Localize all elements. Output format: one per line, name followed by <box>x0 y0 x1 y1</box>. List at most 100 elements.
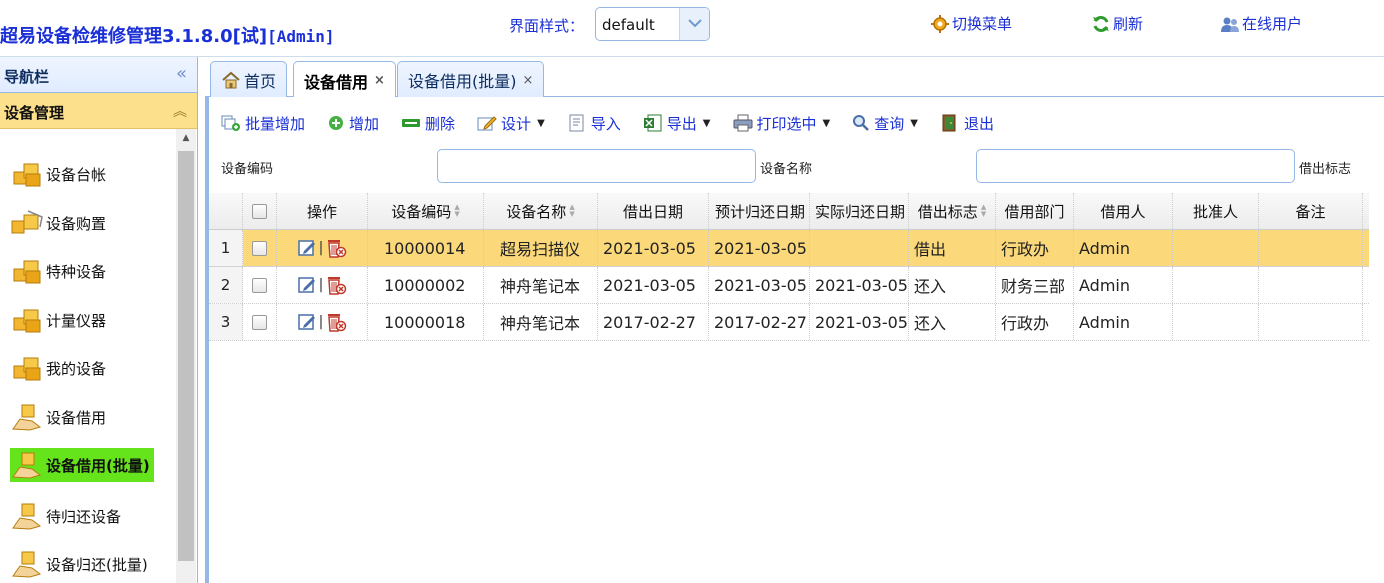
edit-icon[interactable] <box>297 312 317 332</box>
refresh-icon <box>1093 15 1109 32</box>
header-flag-label: 借出标志 <box>917 202 978 221</box>
tab-borrow-batch[interactable]: 设备借用(批量) × <box>397 61 545 98</box>
cell-approver <box>1173 304 1259 340</box>
row-checkbox-cell[interactable] <box>243 230 277 266</box>
app-title-text: 超易设备检维修管理3.1.8.0[试] <box>0 26 268 47</box>
row-ops: | <box>277 304 368 340</box>
cell-remark <box>1259 230 1363 266</box>
add-button[interactable]: 增加 <box>327 113 379 134</box>
users-icon <box>1221 17 1239 32</box>
name-search-input[interactable] <box>976 149 1295 183</box>
header-plan-return[interactable]: 预计归还日期 <box>709 193 810 229</box>
row-checkbox-cell[interactable] <box>243 267 277 303</box>
style-select[interactable]: default <box>595 7 710 41</box>
sidebar-item-ledger[interactable]: 设备台帐 <box>10 157 110 191</box>
row-checkbox-cell[interactable] <box>243 304 277 340</box>
sidebar-item-meters[interactable]: 计量仪器 <box>10 303 110 337</box>
trash-icon[interactable] <box>325 274 347 296</box>
header-plan-return-label: 预计归还日期 <box>715 202 806 221</box>
select-all-checkbox[interactable] <box>252 203 267 219</box>
close-icon[interactable]: × <box>374 73 385 88</box>
sidebar-item-my-equipment[interactable]: 我的设备 <box>10 351 110 385</box>
tab-home[interactable]: 首页 <box>210 61 288 98</box>
style-select-value: default <box>602 16 655 34</box>
edit-icon[interactable] <box>297 238 317 258</box>
cell-approver <box>1173 267 1259 303</box>
edit-icon[interactable] <box>297 275 317 295</box>
header-remark[interactable]: 备注 <box>1259 193 1363 229</box>
cell-actual-return: 2021-03-05 <box>810 304 909 340</box>
boxes-icon <box>10 158 46 190</box>
header-actual-return[interactable]: 实际归还日期 <box>810 193 909 229</box>
exit-button[interactable]: 退出 <box>940 113 994 134</box>
online-users-button[interactable]: 在线用户 <box>1220 13 1302 34</box>
cell-flag: 还入 <box>909 267 996 303</box>
header-borrow-date[interactable]: 借出日期 <box>598 193 709 229</box>
tab-bar: 首页 设备借用 × 设备借用(批量) × <box>205 57 1384 99</box>
exit-label: 退出 <box>963 114 994 133</box>
tab-label: 设备借用(批量) <box>408 72 517 91</box>
header-actual-return-label: 实际归还日期 <box>815 202 906 221</box>
header-approver[interactable]: 批准人 <box>1173 193 1259 229</box>
edit-form-icon <box>477 116 497 131</box>
header-borrower[interactable]: 借用人 <box>1074 193 1173 229</box>
header-dept-label: 借用部门 <box>1004 202 1065 221</box>
collapse-up-icon[interactable]: ︽ <box>173 101 187 121</box>
header-code[interactable]: 设备编码 ▲ ▼ <box>368 193 484 229</box>
export-button[interactable]: 导出 ▼ <box>643 113 711 134</box>
cell-borrow-date: 2021-03-05 <box>598 230 709 266</box>
table-row[interactable]: 1 | 10000014 超易扫描仪 2021-03-05 2021-03-05… <box>209 230 1369 267</box>
sidebar-item-borrow-batch[interactable]: 设备借用(批量) <box>10 448 154 482</box>
design-button[interactable]: 设计 ▼ <box>477 113 545 134</box>
app-title: 超易设备检维修管理3.1.8.0[试][Admin] <box>0 22 335 48</box>
sidebar-item-borrow[interactable]: 设备借用 <box>10 400 110 434</box>
collapse-left-icon[interactable]: « <box>176 63 187 84</box>
switch-menu-label: 切换菜单 <box>952 15 1013 33</box>
trash-icon[interactable] <box>325 237 347 259</box>
ops-separator: | <box>318 314 324 330</box>
query-button[interactable]: 查询 ▼ <box>852 113 918 134</box>
table-row[interactable]: 3 | 10000018 神舟笔记本 2017-02-27 2017-02-27… <box>209 304 1369 341</box>
sidebar-item-pending-return[interactable]: 待归还设备 <box>10 499 125 533</box>
sidebar-item-purchase[interactable]: 设备购置 <box>10 206 110 240</box>
sidebar-item-label: 设备借用(批量) <box>46 456 150 475</box>
delete-button[interactable]: 删除 <box>401 113 455 134</box>
sort-icon: ▲ ▼ <box>454 203 460 218</box>
sidebar-scrollbar[interactable]: ▲ <box>176 129 196 583</box>
header-select-all[interactable] <box>243 193 277 229</box>
code-search-input[interactable] <box>437 149 756 183</box>
sidebar-item-special[interactable]: 特种设备 <box>10 254 110 288</box>
panel-header-equipment[interactable]: 设备管理 ︽ <box>0 93 197 129</box>
sidebar-item-return-batch[interactable]: 设备归还(批量) <box>10 547 152 581</box>
header-dept[interactable]: 借用部门 <box>996 193 1074 229</box>
sidebar-item-label: 特种设备 <box>46 262 107 281</box>
row-checkbox[interactable] <box>252 277 267 293</box>
cell-name: 神舟笔记本 <box>484 267 598 303</box>
scrollbar-thumb[interactable] <box>178 151 194 561</box>
header-name[interactable]: 设备名称 ▲ ▼ <box>484 193 598 229</box>
scroll-up-icon[interactable]: ▲ <box>176 129 196 147</box>
import-button[interactable]: 导入 <box>567 113 621 134</box>
row-checkbox[interactable] <box>252 240 267 256</box>
table-row[interactable]: 2 | 10000002 神舟笔记本 2021-03-05 2021-03-05… <box>209 267 1369 304</box>
row-ops: | <box>277 230 368 266</box>
search-icon <box>853 115 870 131</box>
tab-borrow[interactable]: 设备借用 × <box>293 61 396 99</box>
print-selected-button[interactable]: 打印选中 ▼ <box>733 113 830 134</box>
cell-borrower: Admin <box>1074 304 1173 340</box>
trash-icon[interactable] <box>325 311 347 333</box>
grid-header: 操作 设备编码 ▲ ▼ 设备名称 ▲ ▼ 借出日期 预计归还日期 实际归还日期 借出标志… <box>209 193 1369 230</box>
header-approver-label: 批准人 <box>1192 202 1238 221</box>
header-flag[interactable]: 借出标志 ▲ ▼ <box>909 193 996 229</box>
switch-menu-button[interactable]: 切换菜单 <box>930 13 1012 34</box>
caret-down-icon: ▼ <box>537 117 545 129</box>
row-number: 2 <box>209 267 243 303</box>
close-icon[interactable]: × <box>523 73 534 88</box>
batch-add-button[interactable]: 批量增加 <box>221 113 305 134</box>
chevron-down-icon[interactable] <box>679 8 709 40</box>
row-checkbox[interactable] <box>252 314 267 330</box>
sidebar-item-label: 我的设备 <box>46 359 107 378</box>
plus-circle-icon <box>329 116 344 130</box>
refresh-button[interactable]: 刷新 <box>1091 13 1143 34</box>
content-panel: 批量增加 增加 删除 设计 ▼ 导入 导出 ▼ 打印选中 ▼ 查询 ▼ 退出 设… <box>205 97 1384 583</box>
